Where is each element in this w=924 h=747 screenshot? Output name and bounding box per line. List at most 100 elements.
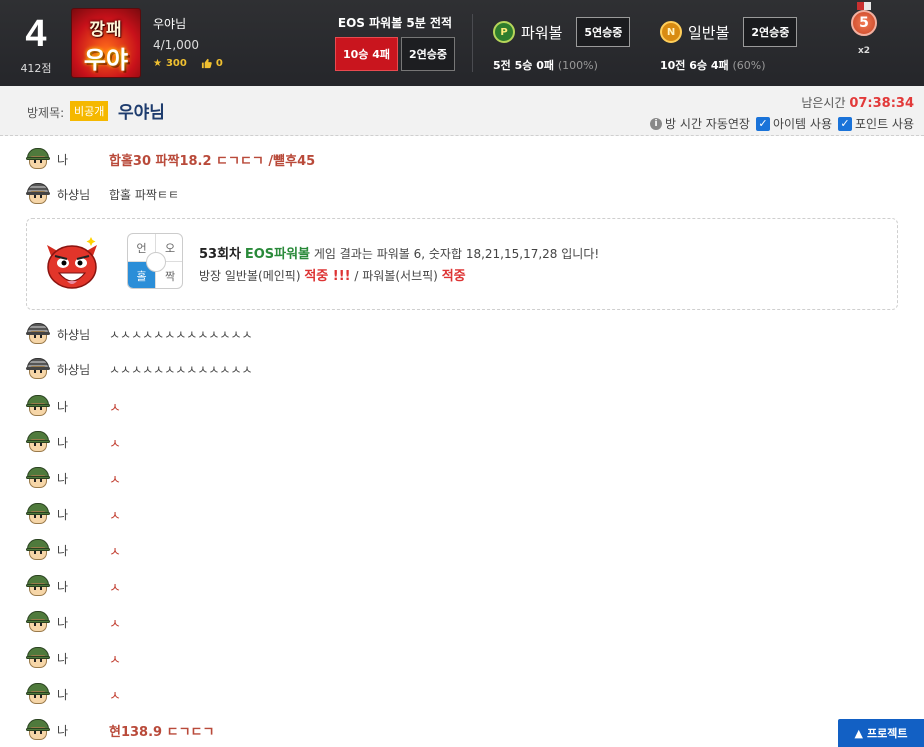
chat-message: 나 현138.9 ㄷㄱㄷㄱ — [26, 717, 214, 743]
game-result-card: 언 오 홀 짝 53회차 EOS파워볼 게임 결과는 파워볼 6, 숫자합 18… — [26, 218, 898, 310]
chat-nickname[interactable]: 나 — [57, 686, 97, 703]
point-use-checkbox[interactable]: ✓ — [837, 116, 852, 131]
user-info: 우야님 4/1,000 ★ 300 0 — [153, 15, 223, 69]
devil-mascot-icon — [39, 231, 105, 297]
auto-extend-option[interactable]: i 방 시간 자동연장 — [650, 115, 750, 132]
chat-text: ㅅ — [109, 544, 121, 560]
chat-nickname[interactable]: 하샹님 — [57, 361, 97, 378]
chat-text: ㅅ — [109, 400, 121, 416]
thumbs-up-icon — [201, 58, 212, 69]
chat-text: 현138.9 ㄷㄱㄷㄱ — [109, 724, 215, 740]
normalball-pct: (60%) — [732, 59, 766, 72]
auto-extend-label: 방 시간 자동연장 — [665, 117, 750, 131]
normalball-summary-line: 10전 6승 4패 (60%) — [660, 57, 797, 73]
result-sub-pick: / 파워볼(서브픽) — [354, 269, 438, 283]
soldier-avatar-icon[interactable] — [26, 322, 50, 346]
chat-nickname[interactable]: 나 — [57, 398, 97, 415]
header-divider — [472, 14, 473, 72]
chat-nickname[interactable]: 나 — [57, 650, 97, 667]
project-button-label: 프로젝트 — [866, 727, 908, 740]
record-block: EOS 파워볼 5분 전적 10승 4패 2연승중 — [320, 14, 470, 71]
item-use-label: 아이템 사용 — [772, 117, 832, 131]
chat-message: 나ㅅ — [26, 501, 121, 527]
chat-nickname[interactable]: 나 — [57, 614, 97, 631]
point-use-option[interactable]: ✓ 포인트 사용 — [837, 115, 914, 132]
powerball-summary-line: 5전 5승 0패 (100%) — [493, 57, 630, 73]
soldier-avatar-icon[interactable] — [26, 610, 50, 634]
rank-score: 412점 — [20, 62, 52, 75]
result-round: 53회차 — [199, 247, 242, 262]
chat-message: 하샹님 ㅅㅅㅅㅅㅅㅅㅅㅅㅅㅅㅅㅅㅅ — [26, 321, 253, 347]
record-streak: 2연승중 — [401, 37, 456, 71]
result-main-pick: 방장 일반볼(메인픽) — [199, 269, 301, 283]
private-badge: 비공개 — [70, 101, 109, 121]
soldier-avatar-icon[interactable] — [26, 682, 50, 706]
chat-nickname[interactable]: 나 — [57, 542, 97, 559]
project-button[interactable]: ▲ 프로젝트 — [838, 719, 924, 747]
chat-message: 하샹님 ㅅㅅㅅㅅㅅㅅㅅㅅㅅㅅㅅㅅㅅ — [26, 356, 253, 382]
chat-message: 하샹님 합홀 파짝ㅌㅌ — [26, 181, 179, 207]
chat-nickname[interactable]: 하샹님 — [57, 186, 97, 203]
room-title: 우야님 — [118, 103, 165, 123]
soldier-avatar-icon[interactable] — [26, 718, 50, 742]
grid-center-dot — [146, 252, 166, 272]
normalball-name: 일반볼 — [688, 23, 730, 42]
chat-message: 나ㅅ — [26, 393, 121, 419]
normalball-summary: 10전 6승 4패 — [660, 59, 729, 72]
result-line1: 53회차 EOS파워볼 게임 결과는 파워볼 6, 숫자합 18,21,15,1… — [199, 243, 599, 262]
soldier-avatar-icon[interactable] — [26, 430, 50, 454]
chat-nickname[interactable]: 나 — [57, 151, 97, 168]
chat-nickname[interactable]: 나 — [57, 578, 97, 595]
info-icon: i — [650, 117, 663, 130]
header: 4 412점 깡패 우야 우야님 4/1,000 ★ 300 0 EOS 파워볼… — [0, 0, 924, 86]
soldier-avatar-icon[interactable] — [26, 357, 50, 381]
chat-text: ㅅㅅㅅㅅㅅㅅㅅㅅㅅㅅㅅㅅㅅ — [109, 362, 253, 377]
medal: 5 x2 — [849, 2, 879, 56]
user-name[interactable]: 우야님 — [153, 15, 223, 32]
chat-nickname[interactable]: 나 — [57, 470, 97, 487]
powerball-stat: P 파워볼 5연승중 5전 5승 0패 (100%) — [493, 17, 631, 73]
chat-text: 합홀 파짝ㅌㅌ — [109, 187, 180, 202]
powerball-coin-icon: P — [493, 21, 515, 43]
soldier-avatar-icon[interactable] — [26, 646, 50, 670]
soldier-avatar-icon[interactable] — [26, 147, 50, 171]
soldier-avatar-icon[interactable] — [26, 502, 50, 526]
chat-message: 나ㅅ — [26, 465, 121, 491]
item-use-option[interactable]: ✓ 아이템 사용 — [755, 115, 832, 132]
like-stat: 0 — [201, 58, 223, 69]
chat-message: 나ㅅ — [26, 681, 121, 707]
chat-nickname[interactable]: 나 — [57, 434, 97, 451]
chat-text: ㅅㅅㅅㅅㅅㅅㅅㅅㅅㅅㅅㅅㅅ — [109, 327, 253, 342]
chat-message: 나ㅅ — [26, 429, 121, 455]
medal-multiplier: x2 — [857, 46, 871, 56]
logo-line2: 우야 — [83, 46, 129, 74]
chat-text: 합홀30 파짝18.2 ㄷㄱㄷㄱ /뻍후45 — [109, 153, 316, 169]
soldier-avatar-icon[interactable] — [26, 182, 50, 206]
star-icon: ★ — [153, 58, 162, 69]
chat-message: 나ㅅ — [26, 573, 121, 599]
like-count: 0 — [215, 58, 223, 69]
medal-ribbon — [857, 2, 871, 10]
room-logo: 깡패 우야 — [71, 8, 141, 78]
rank-block: 4 412점 — [14, 14, 58, 76]
soldier-avatar-icon[interactable] — [26, 466, 50, 490]
chat-text: ㅅ — [109, 652, 121, 668]
chat-nickname[interactable]: 하샹님 — [57, 326, 97, 343]
timer-label: 남은시간 — [801, 96, 846, 110]
record-title: EOS 파워볼 5분 전적 — [337, 16, 453, 30]
chat-text: ㅅ — [109, 508, 121, 524]
medal-icon: 5 — [851, 10, 877, 36]
chat-nickname[interactable]: 나 — [57, 506, 97, 523]
user-level: 4/1,000 — [153, 38, 200, 52]
soldier-avatar-icon[interactable] — [26, 394, 50, 418]
item-use-checkbox[interactable]: ✓ — [755, 116, 770, 131]
soldier-avatar-icon[interactable] — [26, 574, 50, 598]
star-count: 300 — [165, 58, 187, 69]
chat-text: ㅅ — [109, 472, 121, 488]
chat-nickname[interactable]: 나 — [57, 722, 97, 739]
chat-text: ㅅ — [109, 436, 121, 452]
powerball-name: 파워볼 — [521, 23, 563, 42]
soldier-avatar-icon[interactable] — [26, 538, 50, 562]
normalball-streak: 2연승중 — [743, 17, 798, 47]
caret-up-icon: ▲ — [854, 726, 863, 740]
